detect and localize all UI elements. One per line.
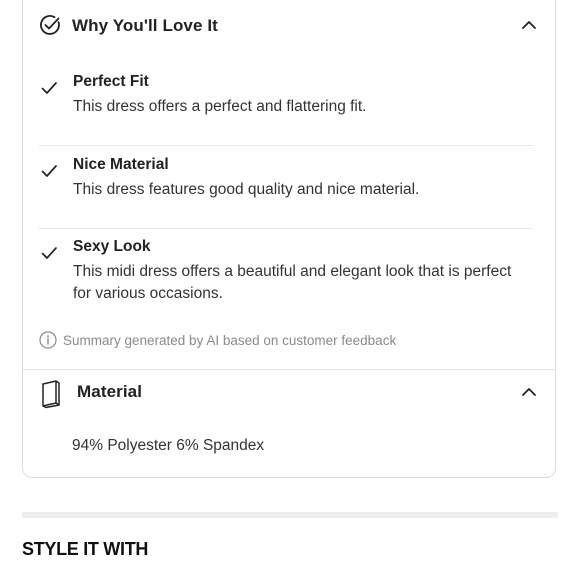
section-divider [23, 369, 555, 370]
style-it-with-heading: STYLE IT WITH [22, 539, 149, 559]
feature-title: Perfect Fit [73, 73, 149, 90]
why-love-it-title: Why You'll Love It [72, 16, 218, 35]
check-icon [41, 82, 57, 94]
product-details-card: Why You'll Love It Perfect Fit This dres… [22, 0, 556, 478]
ai-summary-note: Summary generated by AI based on custome… [39, 331, 396, 349]
check-icon [41, 247, 57, 259]
chevron-up-icon[interactable] [521, 19, 537, 31]
ai-summary-text: Summary generated by AI based on custome… [63, 332, 397, 348]
check-circle-icon [39, 14, 61, 36]
material-title: Material [77, 382, 143, 401]
why-love-it-header[interactable]: Why You'll Love It [23, 11, 555, 41]
section-separator-band [22, 512, 558, 518]
material-composition: 94% Polyester 6% Spandex [72, 437, 265, 454]
feature-description: This midi dress offers a beautiful and e… [73, 263, 512, 302]
chevron-up-icon[interactable] [521, 386, 537, 398]
fabric-icon [39, 379, 63, 409]
divider [39, 228, 533, 229]
material-header[interactable]: Material [23, 376, 555, 410]
feature-title: Sexy Look [73, 238, 151, 255]
feature-title: Nice Material [73, 156, 169, 173]
info-icon[interactable] [39, 331, 57, 349]
divider [39, 145, 533, 146]
feature-description: This dress offers a perfect and flatteri… [73, 98, 367, 115]
feature-description: This dress features good quality and nic… [73, 181, 420, 198]
check-icon [41, 165, 57, 177]
